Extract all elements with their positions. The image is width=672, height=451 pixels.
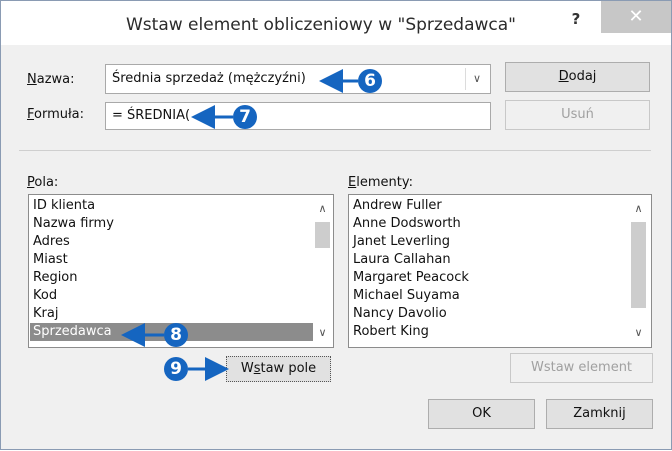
callout-7: 7 — [233, 105, 257, 129]
callout-9: 9 — [164, 357, 188, 381]
callout-8: 8 — [164, 323, 188, 347]
callout-6: 6 — [358, 69, 382, 93]
callout-arrows — [121, 69, 358, 381]
insert-calculated-item-dialog: Wstaw element obliczeniowy w "Sprzedawca… — [0, 0, 672, 450]
